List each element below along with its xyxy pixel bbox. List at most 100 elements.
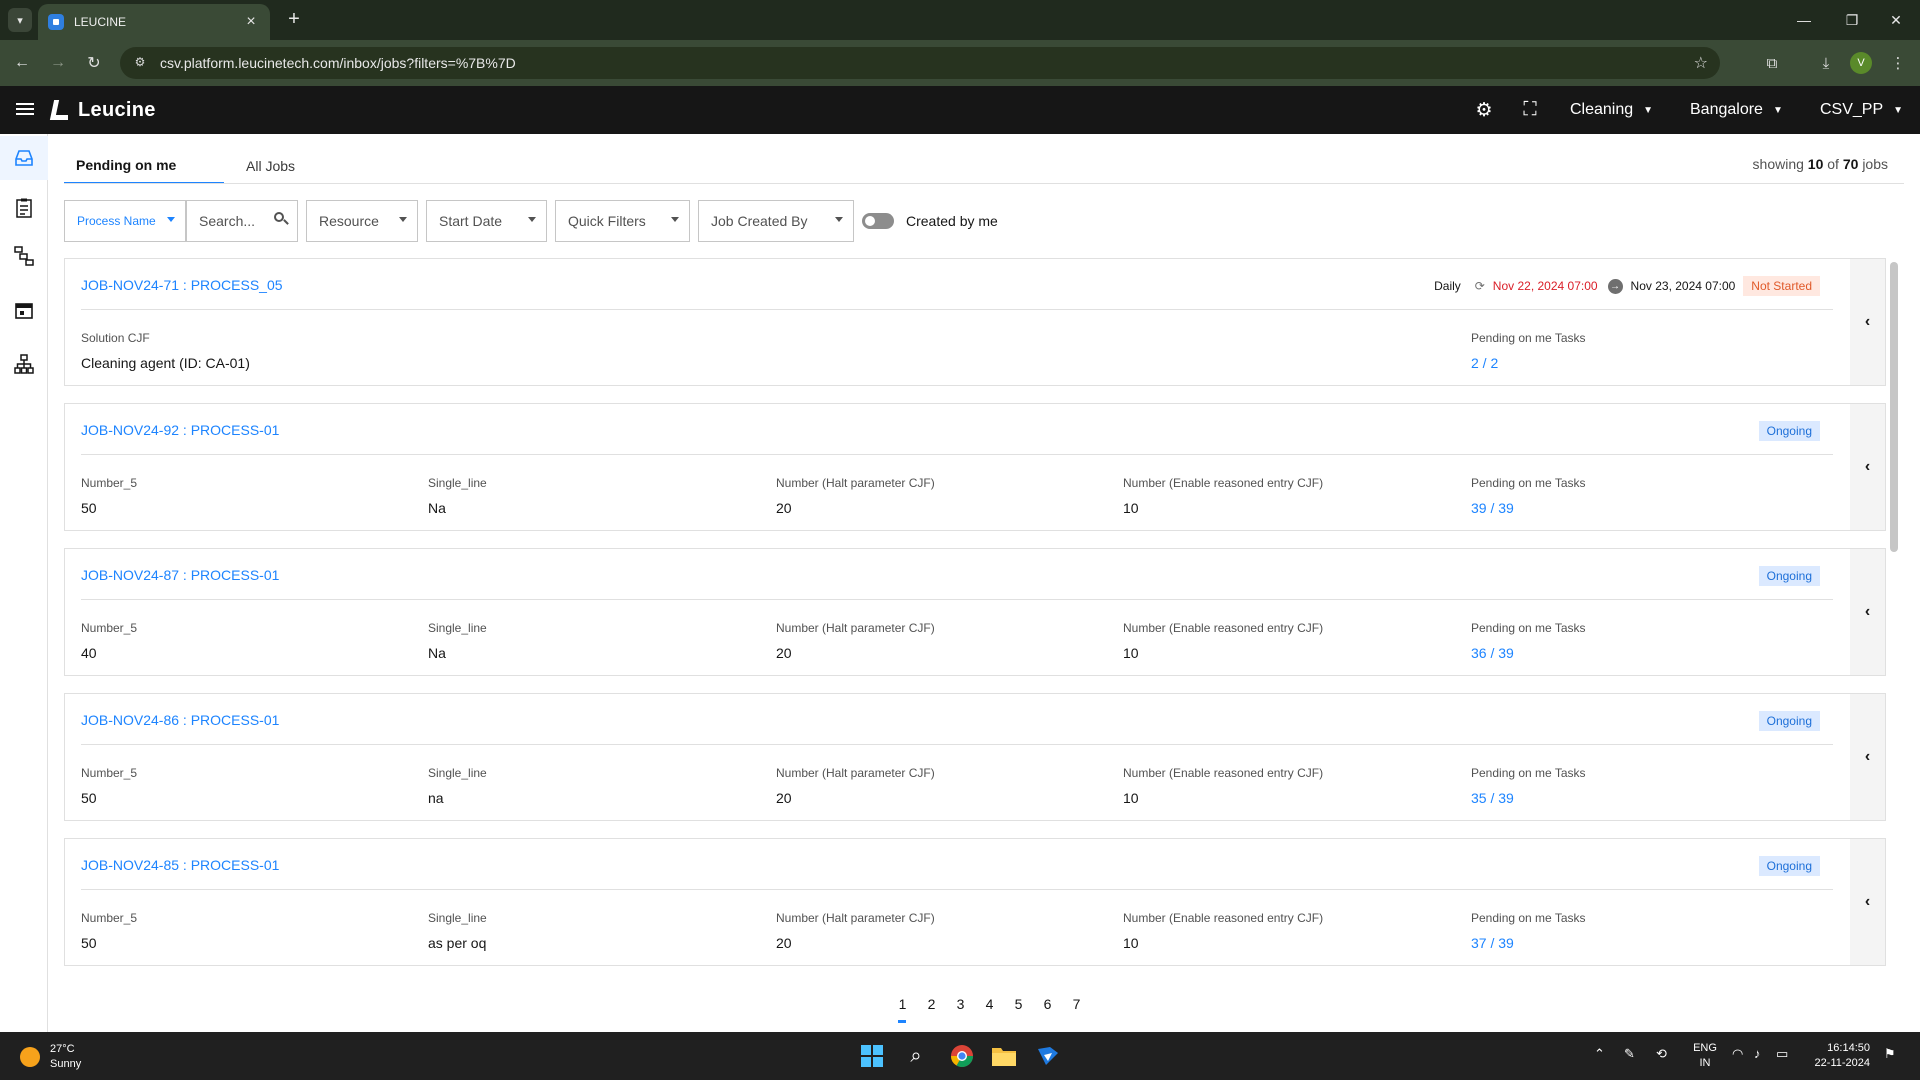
app-pinned-icon[interactable]: [1032, 1040, 1064, 1072]
job-created-by-dropdown[interactable]: Job Created By: [698, 200, 854, 242]
checklist-icon[interactable]: [0, 186, 48, 230]
pen-menu-icon[interactable]: ✎: [1624, 1046, 1635, 1062]
bookmark-star-icon[interactable]: ☆: [1694, 53, 1708, 73]
chevron-left-icon[interactable]: ‹: [1850, 259, 1885, 385]
scan-icon[interactable]: ⛶: [1518, 98, 1542, 122]
job-card[interactable]: JOB-NOV24-86 : PROCESS-01 Ongoing Number…: [64, 693, 1886, 821]
facility-selector[interactable]: Cleaning ▼: [1570, 98, 1653, 122]
chevron-left-icon[interactable]: ‹: [1850, 839, 1885, 965]
field-label: Pending on me Tasks: [1471, 911, 1586, 925]
lang-bottom: IN: [1699, 1057, 1711, 1069]
tab-search-icon[interactable]: ▾: [8, 8, 32, 32]
back-icon[interactable]: ←: [10, 51, 34, 75]
file-explorer-icon[interactable]: [988, 1040, 1020, 1072]
url-text[interactable]: csv.platform.leucinetech.com/inbox/jobs?…: [160, 55, 516, 71]
field-label: Number (Enable reasoned entry CJF): [1123, 766, 1324, 780]
chrome-icon[interactable]: [946, 1040, 978, 1072]
lang-top: ENG: [1693, 1042, 1717, 1054]
minimize-icon[interactable]: —: [1780, 0, 1828, 40]
battery-icon[interactable]: ▭: [1776, 1046, 1788, 1062]
field-label: Number (Halt parameter CJF): [776, 911, 935, 925]
window-close-icon[interactable]: ✕: [1872, 0, 1920, 40]
field-label: Number_5: [81, 911, 138, 925]
created-by-me-toggle[interactable]: [862, 213, 894, 229]
extensions-icon[interactable]: ⧉: [1760, 51, 1784, 75]
tab-pending-on-me[interactable]: Pending on me: [64, 148, 224, 184]
process-name-label: Process Name: [77, 214, 156, 228]
field-label: Pending on me Tasks: [1471, 766, 1586, 780]
pending-tasks-field: Pending on me Tasks 36 / 39: [1471, 621, 1586, 661]
windows-start-icon[interactable]: [856, 1040, 888, 1072]
job-title-link[interactable]: JOB-NOV24-85 : PROCESS-01: [81, 857, 279, 873]
chevron-left-icon[interactable]: ‹: [1850, 404, 1885, 530]
job-title-link[interactable]: JOB-NOV24-92 : PROCESS-01: [81, 422, 279, 438]
forward-icon[interactable]: →: [46, 51, 70, 75]
inbox-icon[interactable]: [0, 136, 48, 180]
taskbar-search-icon[interactable]: ⌕: [900, 1040, 932, 1072]
quick-filters-dropdown[interactable]: Quick Filters: [555, 200, 690, 242]
chevron-left-icon[interactable]: ‹: [1850, 549, 1885, 675]
address-bar[interactable]: ⚙ csv.platform.leucinetech.com/inbox/job…: [120, 47, 1720, 79]
gear-icon[interactable]: ⚙: [1472, 98, 1496, 122]
field-value: Cleaning agent (ID: CA-01): [81, 355, 250, 371]
field-label: Number (Halt parameter CJF): [776, 621, 935, 635]
workflow-icon[interactable]: [0, 234, 48, 278]
job-card[interactable]: JOB-NOV24-92 : PROCESS-01 Ongoing Number…: [64, 403, 1886, 531]
restore-icon[interactable]: ❐: [1828, 0, 1876, 40]
sync-icon[interactable]: ⟲: [1656, 1046, 1667, 1062]
chevron-up-icon[interactable]: ⌃: [1594, 1046, 1605, 1062]
resource-dropdown[interactable]: Resource: [306, 200, 418, 242]
system-clock[interactable]: 16:14:50 22-11-2024: [1810, 1041, 1870, 1071]
notification-icon[interactable]: ⚑: [1884, 1046, 1896, 1062]
field-value: Na: [428, 500, 446, 516]
job-card[interactable]: JOB-NOV24-87 : PROCESS-01 Ongoing Number…: [64, 548, 1886, 676]
page-button[interactable]: 3: [946, 992, 975, 1026]
left-nav-rail: [0, 134, 48, 1032]
pending-tasks-link[interactable]: 37 / 39: [1471, 935, 1586, 951]
page-button[interactable]: 6: [1033, 992, 1062, 1026]
job-title-link[interactable]: JOB-NOV24-87 : PROCESS-01: [81, 567, 279, 583]
browser-tab[interactable]: LEUCINE ×: [38, 4, 270, 40]
scrollbar-thumb[interactable]: [1890, 262, 1898, 552]
weather-widget[interactable]: 27°C Sunny: [20, 1042, 81, 1072]
job-end-date: Nov 23, 2024 07:00: [1630, 279, 1736, 293]
page-button[interactable]: 2: [917, 992, 946, 1026]
job-field: Solution CJF Cleaning agent (ID: CA-01): [81, 331, 250, 371]
page-button[interactable]: 5: [1004, 992, 1033, 1026]
pending-tasks-link[interactable]: 35 / 39: [1471, 790, 1586, 806]
chevron-left-icon[interactable]: ‹: [1850, 694, 1885, 820]
usecase-selector[interactable]: CSV_PP ▼: [1820, 98, 1903, 122]
card-divider: [81, 744, 1833, 745]
site-info-icon[interactable]: ⚙: [132, 55, 148, 71]
reload-icon[interactable]: ↻: [82, 51, 106, 75]
pending-tasks-link[interactable]: 36 / 39: [1471, 645, 1586, 661]
browser-menu-icon[interactable]: ⋮: [1886, 51, 1910, 75]
page-button[interactable]: 1: [888, 992, 917, 1026]
location-selector[interactable]: Bangalore ▼: [1690, 98, 1783, 122]
hamburger-menu-icon[interactable]: [16, 100, 34, 120]
download-icon[interactable]: ⤓: [1814, 51, 1838, 75]
tab-all-jobs[interactable]: All Jobs: [224, 148, 307, 184]
field-value: 50: [81, 935, 97, 951]
page-button[interactable]: 4: [975, 992, 1004, 1026]
tab-close-icon[interactable]: ×: [242, 13, 260, 31]
process-name-dropdown[interactable]: Process Name: [64, 200, 186, 242]
profile-avatar[interactable]: V: [1850, 52, 1872, 74]
pending-tasks-link[interactable]: 39 / 39: [1471, 500, 1586, 516]
field-label: Single_line: [428, 621, 487, 635]
language-indicator[interactable]: ENG IN: [1690, 1041, 1720, 1071]
new-tab-icon[interactable]: +: [282, 8, 306, 32]
calendar-icon[interactable]: [0, 288, 48, 332]
pending-tasks-link[interactable]: 2 / 2: [1471, 355, 1586, 371]
job-card[interactable]: JOB-NOV24-71 : PROCESS_05 Daily ⟳ Nov 22…: [64, 258, 1886, 386]
job-title-link[interactable]: JOB-NOV24-86 : PROCESS-01: [81, 712, 279, 728]
wifi-icon[interactable]: ◠: [1732, 1046, 1743, 1062]
clock-time: 16:14:50: [1827, 1042, 1870, 1054]
volume-icon[interactable]: ♪: [1754, 1046, 1761, 1061]
page-button[interactable]: 7: [1062, 992, 1091, 1026]
job-title-link[interactable]: JOB-NOV24-71 : PROCESS_05: [81, 277, 283, 293]
hierarchy-icon[interactable]: [0, 342, 48, 386]
search-input[interactable]: Search...: [186, 200, 298, 242]
start-date-dropdown[interactable]: Start Date: [426, 200, 547, 242]
job-card[interactable]: JOB-NOV24-85 : PROCESS-01 Ongoing Number…: [64, 838, 1886, 966]
